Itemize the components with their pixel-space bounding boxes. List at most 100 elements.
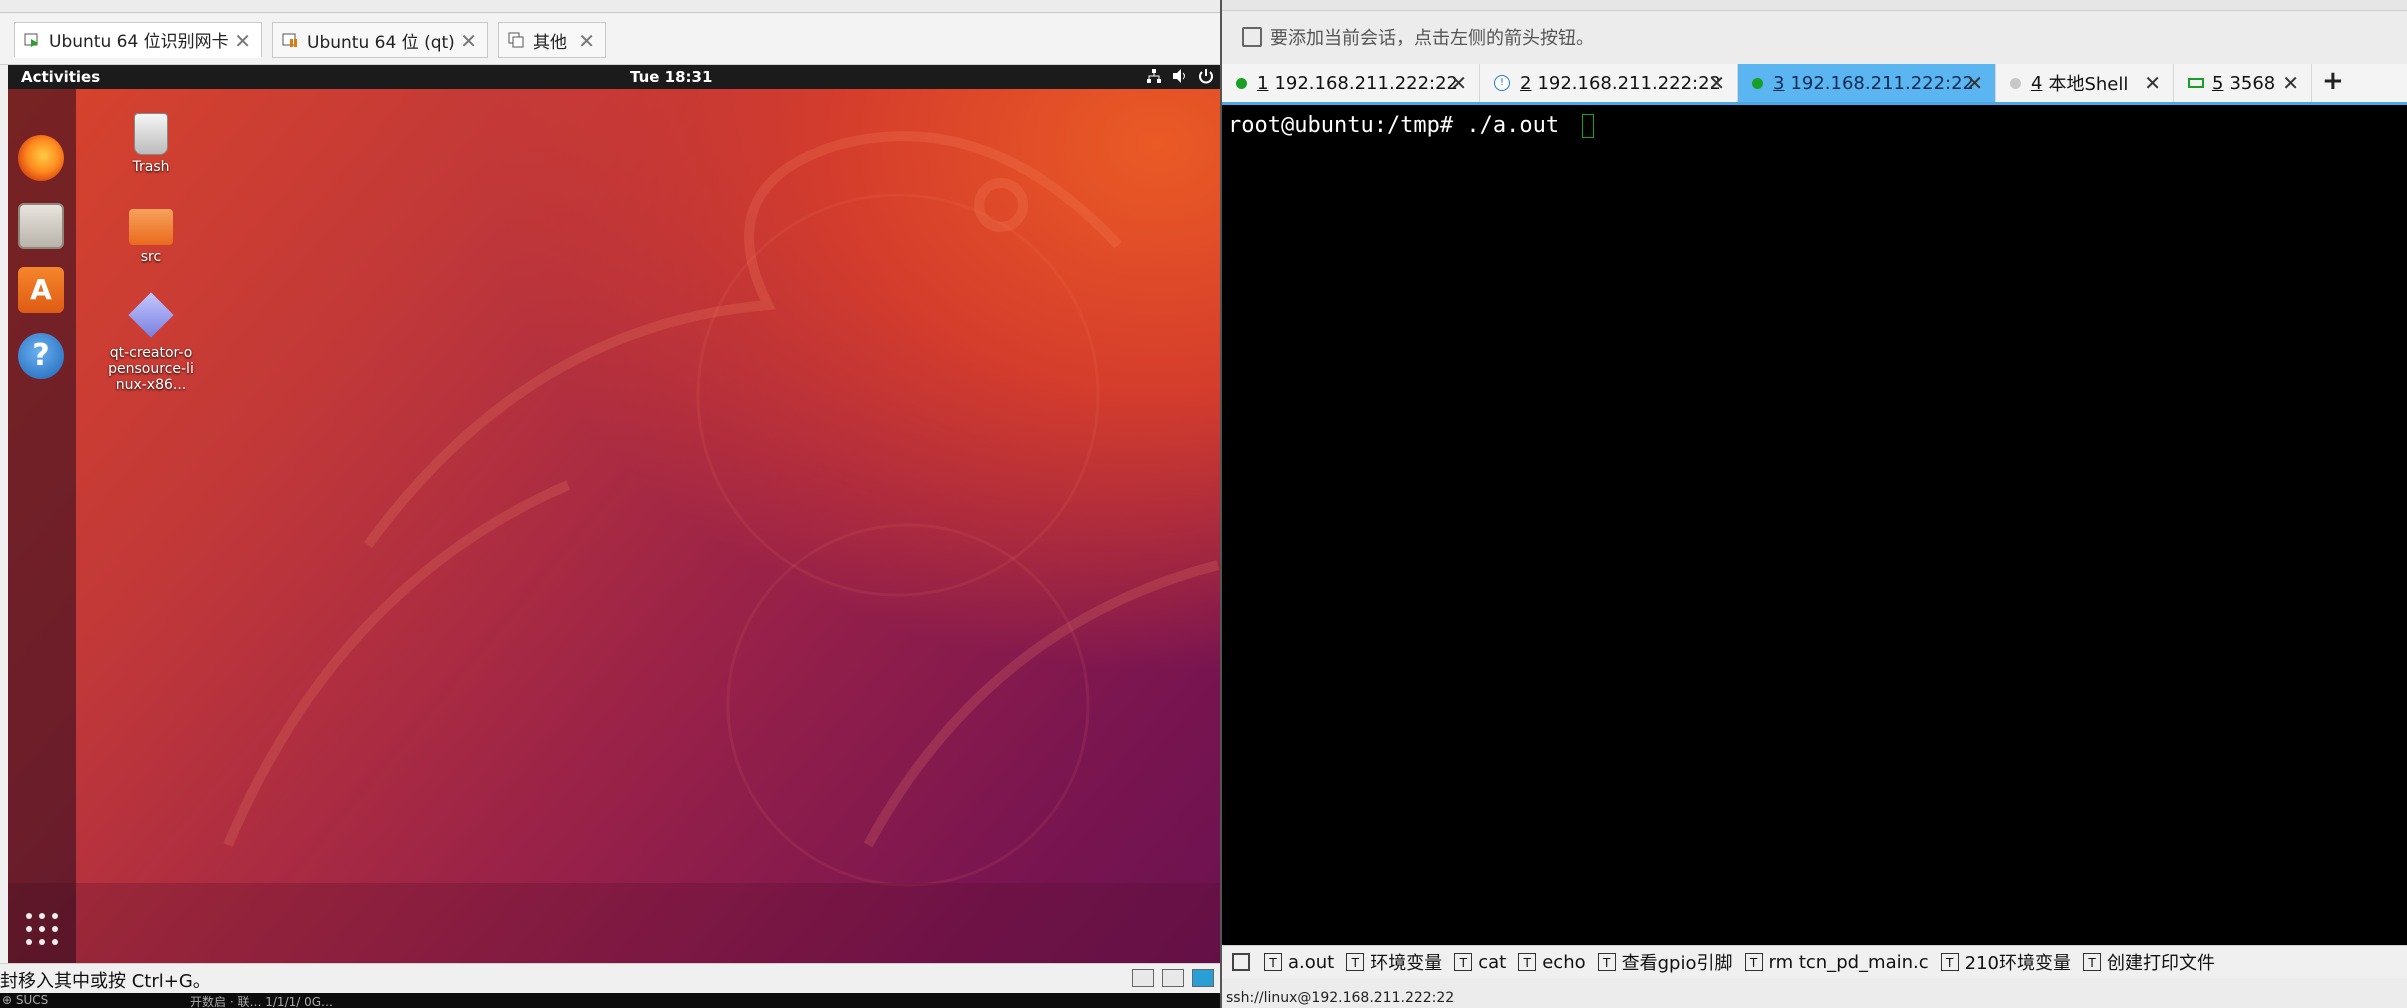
device-icons [1132, 969, 1214, 987]
macro-button[interactable]: T 210环境变量 [1940, 949, 2072, 975]
power-icon [1199, 69, 1213, 84]
firefox-icon[interactable] [18, 135, 64, 181]
gnome-top-bar: Activities Tue 18:31 [8, 65, 1220, 89]
close-icon[interactable]: ✕ [2144, 71, 2161, 95]
activities-button[interactable]: Activities [21, 68, 100, 86]
macro-button[interactable]: T 创建打印文件 [2083, 949, 2215, 975]
vm-tab-ubuntu-nic[interactable]: Ubuntu 64 位识别网卡 ✕ [14, 22, 262, 58]
tab-index: 4 [2031, 72, 2043, 94]
prompt-line: root@ubuntu:/tmp# ./a.out [1228, 113, 1573, 138]
ubuntu-desktop[interactable]: Activities Tue 18:31 A ? Trash src qt-cr… [8, 65, 1220, 963]
terminal-tab-2[interactable]: ! 2 192.168.211.222:22 ✕ [1480, 64, 1738, 102]
terminal-app: 要添加当前会话，点击左侧的箭头按钮。 1 192.168.211.222:22 … [1220, 0, 2407, 1008]
desktop-icon-trash[interactable]: Trash [106, 113, 196, 175]
terminal-tab-4[interactable]: 4 本地Shell ✕ [1996, 64, 2174, 102]
tab-index: 3 [1773, 72, 1785, 94]
session-hint: 要添加当前会话，点击左侧的箭头按钮。 [1242, 24, 1594, 50]
tab-index: 1 [1257, 72, 1269, 94]
macro-label: cat [1478, 951, 1507, 973]
terminal-toolbar [1222, 0, 2407, 11]
vm-tab-bar: Ubuntu 64 位识别网卡 ✕ Ubuntu 64 位 (qt) ✕ 其他 … [0, 14, 1220, 65]
vm-tab-label: 其他 [533, 32, 567, 53]
vmware-window: Ubuntu 64 位识别网卡 ✕ Ubuntu 64 位 (qt) ✕ 其他 … [0, 0, 1220, 1008]
commands-grid-icon[interactable] [1232, 953, 1250, 971]
macro-button[interactable]: Techo [1518, 951, 1586, 973]
close-icon[interactable]: ✕ [578, 29, 595, 53]
close-icon[interactable]: ✕ [2282, 71, 2299, 95]
text-macro-icon: T [1744, 953, 1763, 971]
volume-icon [1173, 69, 1185, 83]
desktop-icon-qt-creator[interactable]: qt-creator-opensource-linux-x86... [106, 291, 196, 393]
wallpaper-art [8, 131, 1220, 963]
vm-tab-label: Ubuntu 64 位 (qt) [307, 32, 455, 53]
tab-label: 192.168.211.222:22 [1790, 72, 1975, 94]
status-hint: 封移入其中或按 Ctrl+G。 [0, 971, 211, 992]
terminal-tab-1[interactable]: 1 192.168.211.222:22 ✕ [1222, 64, 1480, 102]
ubuntu-dock: A ? [8, 89, 76, 963]
text-macro-icon: T [1940, 953, 1959, 971]
vm-toolbar [0, 0, 1220, 13]
cursor [1582, 114, 1595, 138]
macro-label: 210环境变量 [1964, 953, 2072, 974]
disk-icon[interactable] [1132, 969, 1154, 987]
close-icon[interactable]: ✕ [234, 29, 251, 53]
warning-icon: ! [1494, 75, 1510, 91]
tab-index: 2 [1520, 72, 1532, 94]
macro-button[interactable]: T 查看gpio引脚 [1597, 949, 1733, 975]
host-taskbar-fragment: ⊕ SUCS 开数启 · 联… 1/1/1/ 0G… [0, 993, 1220, 1008]
terminal-tab-bar: 1 192.168.211.222:22 ✕ ! 2 192.168.211.2… [1222, 64, 2407, 105]
vm-paused-icon [282, 33, 297, 47]
serial-port-icon [2188, 78, 2204, 88]
desktop-icon-src[interactable]: src [106, 203, 196, 265]
terminal-output[interactable]: root@ubuntu:/tmp# ./a.out [1222, 105, 2407, 945]
vm-tab-other[interactable]: 其他 ✕ [498, 22, 606, 58]
vm-tab-label: Ubuntu 64 位识别网卡 [49, 32, 229, 52]
network-adapter-icon[interactable] [1162, 969, 1184, 987]
vm-tab-ubuntu-qt[interactable]: Ubuntu 64 位 (qt) ✕ [272, 22, 488, 58]
add-session-icon[interactable] [1242, 27, 1262, 47]
display-icon[interactable] [1192, 969, 1214, 987]
vm-group-icon [508, 32, 524, 48]
software-center-icon[interactable]: A [18, 267, 64, 313]
show-apps-icon[interactable] [26, 913, 58, 945]
macro-label: echo [1542, 951, 1586, 973]
text-macro-icon: T [1264, 953, 1282, 971]
quick-command-bar: Ta.out T 环境变量 Tcat Techo T 查看gpio引脚 Trm tc… [1222, 945, 2407, 978]
tab-label: 3568 [2229, 72, 2276, 94]
macro-button[interactable]: T 环境变量 [1346, 949, 1442, 975]
tab-label: 192.168.211.222:22 [1537, 72, 1722, 94]
desktop-icon-label: qt-creator-opensource-linux-x86... [108, 345, 194, 393]
close-icon[interactable]: ✕ [1966, 71, 1983, 95]
macro-button[interactable]: Tcat [1454, 952, 1506, 973]
text-macro-icon: T [1518, 953, 1537, 971]
terminal-tab-5[interactable]: 5 3568 ✕ [2174, 64, 2312, 102]
close-icon[interactable]: ✕ [460, 29, 477, 53]
close-icon[interactable]: ✕ [1450, 71, 1467, 95]
macro-button[interactable]: Ta.out [1264, 952, 1334, 973]
vm-status-bar: 封移入其中或按 Ctrl+G。 [0, 963, 1220, 994]
add-tab-button[interactable]: + [2322, 66, 2344, 96]
text-macro-icon: T [1597, 953, 1616, 971]
terminal-status-bar: ssh://linux@192.168.211.222:22 [1222, 978, 2407, 1008]
network-icon [1147, 69, 1161, 83]
connection-status-text: ssh://linux@192.168.211.222:22 [1226, 990, 1455, 1006]
text-macro-icon: T [1346, 953, 1365, 971]
files-icon[interactable] [18, 203, 64, 249]
close-icon[interactable]: ✕ [1708, 71, 1725, 95]
desktop-icon-label: src [140, 249, 162, 265]
macro-label: 查看gpio引脚 [1621, 953, 1733, 974]
vm-running-icon [24, 33, 38, 47]
clock[interactable]: Tue 18:31 [630, 68, 712, 86]
macro-button[interactable]: Trm tcn_pd_main.c [1744, 951, 1929, 973]
taskbar-text: 开数启 · 联… 1/1/1/ 0G… [190, 995, 334, 1008]
terminal-tab-3[interactable]: 3 192.168.211.222:22 ✕ [1738, 64, 1996, 102]
desktop-icon-label: Trash [132, 159, 170, 175]
tab-label: 192.168.211.222:22 [1274, 72, 1459, 94]
macro-label: 创建打印文件 [2107, 953, 2216, 974]
macro-label: rm tcn_pd_main.c [1768, 951, 1929, 973]
text-macro-icon: T [2083, 953, 2102, 971]
system-tray[interactable] [1146, 68, 1214, 84]
disconnected-status-icon [2010, 77, 2021, 89]
help-icon[interactable]: ? [18, 333, 64, 379]
taskbar-text: ⊕ SUCS [2, 993, 49, 1007]
